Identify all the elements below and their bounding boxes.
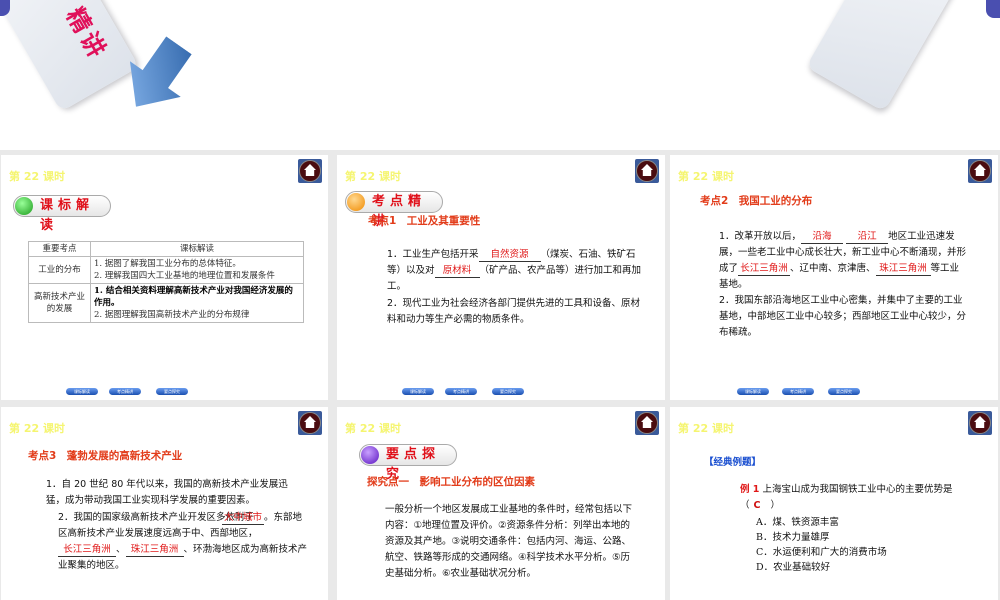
lesson-label: 第 22 课时	[345, 422, 401, 435]
option: A．煤、铁资源丰富	[756, 517, 839, 528]
nav-button-2[interactable]: 考点精讲	[445, 388, 477, 395]
slide-thumbnail-5[interactable]: 第 22 课时 要点探究 探究点一 影响工业分布的区位因素 一般分析一个地区发展…	[337, 407, 665, 600]
curriculum-table: 重要考点 课标解读 工业的分布 1. 据图了解我国工业分布的总体特征。 2. 理解我国…	[28, 241, 304, 323]
answer-blank: 长江三角洲	[58, 544, 116, 557]
home-button[interactable]	[298, 411, 322, 435]
section-label: 【经典例题】	[704, 457, 762, 468]
home-button[interactable]	[968, 159, 992, 183]
current-slide-partial[interactable]: 精讲	[0, 0, 1000, 150]
example-label: 例 1	[740, 484, 760, 495]
table-cell: 1. 据图了解我国工业分布的总体特征。 2. 理解我国四大工业基地的地理位置和发展…	[90, 256, 304, 284]
paragraph-2: 2．我国的国家级高新技术产业开发区多依附于大中城市 。东部地区高新技术产业发展速度…	[26, 510, 308, 574]
topic-heading: 探究点一 影响工业分布的区位因素	[367, 476, 535, 488]
lesson-label: 第 22 课时	[678, 170, 734, 183]
table-header: 课标解读	[90, 241, 304, 257]
answer-blank: 沿江	[846, 231, 889, 244]
green-dot-icon	[15, 197, 33, 215]
paragraph-1: 1．自 20 世纪 80 年代以来，我国的高新技术产业发展迅猛，成为带动我国工业…	[46, 479, 288, 506]
answer-blank: 大中城市	[222, 512, 265, 525]
answer: C	[753, 500, 761, 511]
table-cell: 1. 结合相关资料理解高新技术产业对我国经济发展的作用。 2. 据图理解我国高新技…	[90, 283, 304, 323]
table-item: 1. 结合相关资料理解高新技术产业对我国经济发展的作用。	[94, 286, 293, 308]
lesson-label: 第 22 课时	[9, 170, 65, 183]
orange-dot-icon	[347, 193, 365, 211]
section-badge: 考点精讲	[345, 191, 443, 229]
paragraph-1: 1．改革开放以后， 沿海 沿江 地区工业迅速发展，一些老工业中心成长壮大，新工业中心…	[699, 229, 967, 293]
answer-blank: 沿海	[801, 231, 844, 244]
table-row: 工业的分布 1. 据图了解我国工业分布的总体特征。 2. 理解我国四大工业基地的地理…	[28, 256, 304, 284]
answer-blank: 珠江三角洲	[875, 263, 931, 276]
lesson-label: 第 22 课时	[345, 170, 401, 183]
paragraph-2: 2．我国东部沿海地区工业中心密集，并集中了主要的工业基地，中部地区工业中心较多；…	[719, 295, 967, 338]
table-cell: 工业的分布	[28, 256, 91, 284]
text: 、辽中南、京津唐、	[790, 263, 876, 274]
slide-thumbnail-1[interactable]: 第 22 课时 课标解读 重要考点 课标解读 工业的分布 1. 据图了解我国工业分布…	[1, 155, 328, 400]
home-button[interactable]	[635, 411, 659, 435]
slide-thumbnail-4[interactable]: 第 22 课时 考点3 蓬勃发展的高新技术产业 1．自 20 世纪 80 年代以…	[1, 407, 328, 600]
nav-button-3[interactable]: 要点探究	[828, 388, 860, 395]
slide-thumbnail-6[interactable]: 第 22 课时 【经典例题】 例 1 上海宝山成为我国钢铁工业中心的主要优势是（…	[670, 407, 998, 600]
text: 1．改革开放以后，	[719, 231, 802, 242]
options-list: A．煤、铁资源丰富 B．技术力量雄厚 C．水运便利和广大的消费市场 D．农业基础…	[756, 515, 887, 575]
home-button[interactable]	[968, 411, 992, 435]
section-badge: 课标解读	[13, 195, 111, 233]
text: 1．工业生产包括开采	[387, 249, 479, 260]
home-button[interactable]	[635, 159, 659, 183]
nav-button-1[interactable]: 课标解读	[737, 388, 769, 395]
topic-heading: 考点2 我国工业的分布	[700, 195, 813, 207]
lesson-label: 第 22 课时	[678, 422, 734, 435]
table-item: 2. 据图理解我国高新技术产业的分布规律	[94, 310, 250, 320]
purple-dot-icon	[361, 446, 379, 464]
table-item: 1. 据图了解我国工业分布的总体特征。	[94, 259, 241, 269]
table-cell: 高新技术产业的发展	[28, 283, 91, 323]
lesson-label: 第 22 课时	[9, 422, 65, 435]
option: B．技术力量雄厚	[756, 532, 830, 543]
home-button[interactable]	[298, 159, 322, 183]
answer-blank: 自然资源	[478, 249, 541, 262]
table-header: 重要考点	[28, 241, 91, 257]
answer-blank: 长江三角洲	[738, 263, 791, 276]
option: D．农业基础较好	[756, 562, 831, 573]
paragraph-1: 一般分析一个地区发展成工业基地的条件时，经常包括以下内容：①地理位置及评价。②资…	[385, 504, 633, 579]
table-row: 高新技术产业的发展 1. 结合相关资料理解高新技术产业对我国经济发展的作用。 2. …	[28, 283, 304, 323]
option: C．水运便利和广大的消费市场	[756, 547, 887, 558]
nav-button-1[interactable]: 课标解读	[402, 388, 434, 395]
nav-button-1[interactable]: 课标解读	[66, 388, 98, 395]
question: 例 1 上海宝山成为我国钢铁工业中心的主要优势是（ C）	[720, 482, 965, 514]
nav-button-3[interactable]: 要点探究	[156, 388, 188, 395]
nav-button-3[interactable]: 要点探究	[492, 388, 524, 395]
paragraph-1: 1．工业生产包括开采 自然资源 （煤炭、石油、铁矿石等）以及对 原材料 （矿产品、农产品…	[367, 247, 645, 295]
badge-label: 课标解读	[40, 198, 95, 233]
text: 、	[116, 544, 126, 555]
nav-button-2[interactable]: 考点精讲	[109, 388, 141, 395]
slide-thumbnail-3[interactable]: 第 22 课时 考点2 我国工业的分布 1．改革开放以后， 沿海 沿江 地区工业迅速…	[670, 155, 998, 400]
slide-thumbnail-2[interactable]: 第 22 课时 考点精讲 考点1 工业及其重要性 1．工业生产包括开采 自然资源（…	[337, 155, 665, 400]
nav-button-2[interactable]: 考点精讲	[782, 388, 814, 395]
text: ）	[770, 500, 781, 511]
paragraph-2: 2．现代工业为社会经济各部门提供先进的工具和设备、原材料和动力等生产必需的物质条…	[387, 298, 641, 325]
answer-blank: 原材料	[434, 265, 480, 278]
topic-heading: 考点1 工业及其重要性	[368, 215, 481, 227]
table-header-row: 重要考点 课标解读	[28, 241, 304, 257]
decorative-tab-right	[986, 0, 1000, 18]
section-badge: 要点探究	[359, 444, 457, 482]
decorative-panel-right	[806, 0, 964, 112]
answer-blank: 珠江三角洲	[125, 544, 184, 557]
table-item: 2. 理解我国四大工业基地的地理位置和发展条件	[94, 271, 275, 281]
topic-heading: 考点3 蓬勃发展的高新技术产业	[28, 450, 183, 462]
